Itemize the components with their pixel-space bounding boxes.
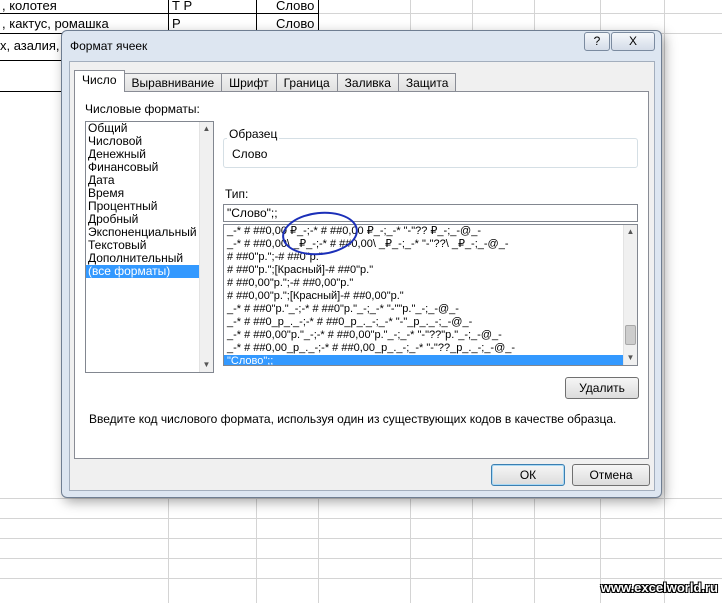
tab-fill[interactable]: Заливка <box>336 73 399 92</box>
table-border <box>256 0 257 33</box>
table-border <box>318 0 319 33</box>
tab-font[interactable]: Шрифт <box>221 73 277 92</box>
scroll-down-icon[interactable]: ▼ <box>200 358 213 372</box>
cancel-button[interactable]: Отмена <box>572 464 650 486</box>
cell[interactable]: , кактус, ромашка <box>2 16 109 31</box>
table-border <box>168 0 169 33</box>
format-scrollbar[interactable]: ▲ ▼ <box>623 225 637 365</box>
list-item[interactable]: _-* # ##0_р_._-;-* # ##0_р_._-;_-* "-"_р… <box>224 316 623 329</box>
format-cells-dialog: Формат ячеек ? X Число Выравнивание Шриф… <box>61 30 662 498</box>
tab-border[interactable]: Граница <box>275 73 338 92</box>
row-gridline <box>0 498 722 499</box>
cell[interactable]: Слово <box>276 16 314 31</box>
list-item-selected[interactable]: "Слово";; <box>224 355 623 365</box>
category-scrollbar[interactable]: ▲ ▼ <box>199 122 213 372</box>
list-item-selected[interactable]: (все форматы) <box>86 265 213 278</box>
row-gridline <box>0 578 722 579</box>
scroll-down-icon[interactable]: ▼ <box>624 351 637 365</box>
column-gridline <box>664 0 665 603</box>
list-item[interactable]: _-* # ##0,00 ₽_-;-* # ##0,00 ₽_-;_-* "-"… <box>224 225 623 238</box>
table-border <box>0 91 62 92</box>
close-button[interactable]: X <box>611 32 655 51</box>
number-tab-panel: Числовые форматы: Общий Числовой Денежны… <box>74 91 649 459</box>
list-item[interactable]: # ##0,00"р.";-# ##0,00"р." <box>224 277 623 290</box>
list-item[interactable]: # ##0"р.";-# ##0"р." <box>224 251 623 264</box>
delete-button[interactable]: Удалить <box>565 377 639 399</box>
hint-text: Введите код числового формата, используя… <box>89 412 617 426</box>
cell[interactable]: Т Р <box>172 0 192 13</box>
cell[interactable]: Слово <box>276 0 314 13</box>
row-gridline <box>0 518 722 519</box>
scroll-up-icon[interactable]: ▲ <box>200 122 213 136</box>
sample-groupbox <box>223 138 638 168</box>
format-list[interactable]: _-* # ##0,00 ₽_-;-* # ##0,00 ₽_-;_-* "-"… <box>223 224 638 366</box>
scroll-thumb[interactable] <box>625 325 636 345</box>
list-item[interactable]: # ##0,00"р.";[Красный]-# ##0,00"р." <box>224 290 623 303</box>
type-input[interactable]: "Слово";; <box>223 204 638 222</box>
category-list[interactable]: Общий Числовой Денежный Финансовый Дата … <box>85 121 214 373</box>
dialog-body: Число Выравнивание Шрифт Граница Заливка… <box>69 61 655 491</box>
cell[interactable]: , колотея <box>2 0 57 13</box>
list-item[interactable]: _-* # ##0,00\ _₽_-;-* # ##0,00\ _₽_-;_-*… <box>224 238 623 251</box>
categories-label: Числовые форматы: <box>85 102 200 116</box>
tab-protection[interactable]: Защита <box>397 73 457 92</box>
tab-alignment[interactable]: Выравнивание <box>123 73 223 92</box>
ok-button[interactable]: ОК <box>491 464 565 486</box>
type-label: Тип: <box>225 187 249 201</box>
cell[interactable]: Р <box>172 16 181 31</box>
table-border <box>0 60 62 61</box>
sample-value: Слово <box>232 147 268 161</box>
list-item[interactable]: _-* # ##0,00"р."_-;-* # ##0,00"р."_-;_-*… <box>224 329 623 342</box>
help-button[interactable]: ? <box>584 32 610 51</box>
row-gridline <box>0 558 722 559</box>
watermark: www.excelworld.ru <box>600 580 718 595</box>
dialog-title: Формат ячеек <box>70 39 148 53</box>
tab-bar: Число Выравнивание Шрифт Граница Заливка… <box>74 70 457 92</box>
sample-group-label: Образец <box>227 127 280 141</box>
close-icon: X <box>628 34 637 48</box>
tab-number[interactable]: Число <box>74 70 125 92</box>
table-border <box>0 13 318 14</box>
row-gridline <box>0 538 722 539</box>
list-item[interactable]: _-* # ##0"р."_-;-* # ##0"р."_-;_-* "-""р… <box>224 303 623 316</box>
list-item[interactable]: _-* # ##0,00_р_._-;-* # ##0,00_р_._-;_-*… <box>224 342 623 355</box>
scroll-up-icon[interactable]: ▲ <box>624 225 637 239</box>
list-item[interactable]: # ##0"р.";[Красный]-# ##0"р." <box>224 264 623 277</box>
cell[interactable]: х, азалия, <box>0 38 60 53</box>
